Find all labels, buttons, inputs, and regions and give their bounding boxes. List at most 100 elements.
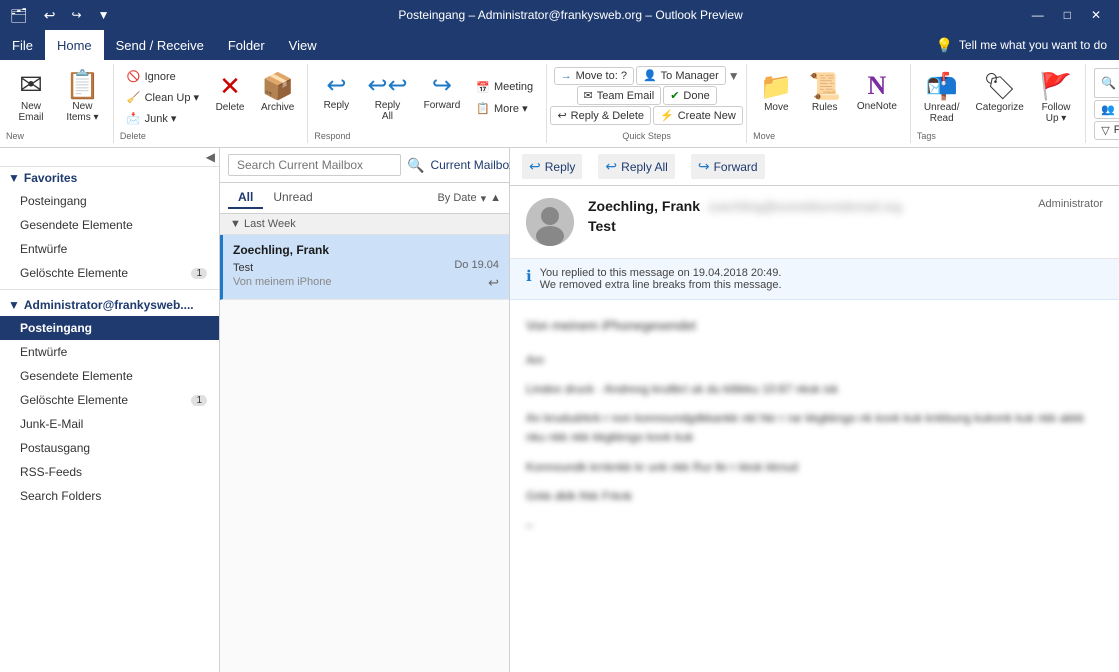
sidebar-item-geloeschte[interactable]: Gelöschte Elemente 1: [0, 388, 219, 412]
rules-button[interactable]: 📜 Rules: [802, 66, 848, 134]
redo-button[interactable]: ↪: [64, 6, 90, 24]
sidebar-item-favorites-posteingang[interactable]: Posteingang: [0, 189, 219, 213]
sidebar-item-junk[interactable]: Junk-E-Mail: [0, 412, 219, 436]
unread-read-button[interactable]: 📬 Unread/Read: [917, 66, 967, 134]
qs-expand-icon: ▼: [728, 69, 740, 83]
menu-home[interactable]: Home: [45, 30, 104, 60]
archive-icon: 📦: [262, 71, 294, 102]
geloeschte-badge: 1: [191, 395, 207, 406]
done-icon: ✔: [670, 89, 679, 102]
categorize-icon: 🏷: [983, 71, 1016, 102]
forward-button[interactable]: ↪ Forward: [417, 66, 468, 134]
favorites-gesendete-label: Gesendete Elemente: [20, 218, 133, 232]
filter-email-button[interactable]: ▽ Filter: [1094, 121, 1119, 140]
junk-button[interactable]: 📩 Junk ▾: [120, 109, 206, 128]
ribbon-search-box[interactable]: 🔍 Search P...: [1094, 68, 1119, 98]
favorites-header[interactable]: ▼ Favorites: [0, 167, 219, 189]
search-mailbox-input[interactable]: [228, 154, 401, 176]
ignore-icon: 🚫: [127, 70, 141, 83]
email-group-last-week: ▼ Last Week: [220, 214, 509, 235]
menu-send-receive[interactable]: Send / Receive: [104, 30, 216, 60]
reading-forward-button[interactable]: ↪ Forward: [691, 154, 765, 179]
entwuerfe-label: Entwürfe: [20, 345, 67, 359]
address-book-button[interactable]: 👥 Addr...: [1094, 100, 1119, 119]
address-book-icon: 👥: [1101, 103, 1115, 116]
title-bar: 🗂 ↩ ↪ ▼ Posteingang – Administrator@fran…: [0, 0, 1119, 30]
account-label: Administrator@frankysweb....: [24, 298, 194, 312]
menu-view[interactable]: View: [277, 30, 329, 60]
reading-reply-button[interactable]: ↩ Reply: [522, 154, 582, 179]
email-subject: Test: [233, 262, 331, 274]
menu-folder[interactable]: Folder: [216, 30, 277, 60]
lightbulb-icon: 💡: [935, 37, 952, 54]
sidebar-item-favorites-gesendete[interactable]: Gesendete Elemente: [0, 213, 219, 237]
delete-label: Delete: [216, 102, 245, 113]
follow-up-button[interactable]: 🚩 FollowUp ▾: [1033, 66, 1079, 134]
body-line-4: An krududrkrk r non konnoundgdkkankk nkl…: [526, 409, 1103, 447]
delete-button[interactable]: ✕ Delete: [208, 66, 252, 134]
search-folders-label: Search Folders: [20, 489, 101, 503]
reply-notice-line2: We removed extra line breaks from this m…: [540, 279, 782, 291]
ignore-button[interactable]: 🚫 Ignore: [120, 67, 206, 86]
app-icon: 🗂: [10, 7, 28, 24]
sidebar-item-favorites-geloeschte[interactable]: Gelöschte Elemente 1: [0, 261, 219, 285]
move-folder-button[interactable]: 📁 Move: [753, 66, 799, 134]
sort-controls[interactable]: By Date ▾ ▲: [437, 192, 501, 205]
sidebar-item-rss[interactable]: RSS-Feeds: [0, 460, 219, 484]
reply-all-button[interactable]: ↩↩ ReplyAll: [360, 66, 414, 134]
archive-button[interactable]: 📦 Archive: [254, 66, 301, 134]
body-line-1: Von meinem iPhonegesendet: [526, 316, 1103, 337]
new-items-icon: 📋: [65, 71, 100, 99]
account-header[interactable]: ▼ Administrator@frankysweb....: [0, 294, 219, 316]
customize-button[interactable]: ▼: [90, 6, 118, 24]
reply-button[interactable]: ↩ Reply: [314, 66, 358, 134]
sidebar-collapse-button[interactable]: ◀: [206, 150, 215, 164]
new-email-button[interactable]: ✉ NewEmail: [6, 66, 56, 129]
close-button[interactable]: ✕: [1083, 6, 1109, 24]
reading-reply-all-button[interactable]: ↩ Reply All: [598, 154, 674, 179]
minimize-button[interactable]: —: [1024, 6, 1052, 24]
categorize-label: Categorize: [975, 102, 1023, 113]
search-ribbon-icon: 🔍: [1101, 76, 1116, 90]
cleanup-button[interactable]: 🧹 Clean Up ▾: [120, 88, 206, 107]
meeting-icon: 📅: [476, 81, 490, 94]
account-collapse-icon: ▼: [8, 298, 20, 312]
reading-reply-all-label: Reply All: [621, 160, 668, 174]
body-line-7: –: [526, 516, 757, 535]
email-item-zoechling[interactable]: Zoechling, Frank Test Von meinem iPhone …: [220, 235, 509, 300]
to-manager-button[interactable]: 👤 To Manager: [636, 66, 726, 85]
onenote-button[interactable]: N OneNote: [850, 66, 904, 134]
restore-button[interactable]: □: [1056, 6, 1079, 24]
sidebar-item-gesendete[interactable]: Gesendete Elemente: [0, 364, 219, 388]
reading-reply-all-icon: ↩: [605, 158, 617, 175]
sidebar-item-entwuerfe[interactable]: Entwürfe: [0, 340, 219, 364]
search-mailbox-button[interactable]: 🔍: [407, 157, 424, 174]
admin-label: Administrator: [1038, 198, 1103, 246]
tell-me-bar[interactable]: 💡 Tell me what you want to do: [923, 30, 1119, 60]
create-new-button[interactable]: ⚡ Create New: [653, 106, 743, 125]
meeting-button[interactable]: 📅 Meeting: [469, 78, 540, 97]
tab-unread[interactable]: Unread: [263, 187, 322, 209]
sidebar-item-posteingang[interactable]: Posteingang: [0, 316, 219, 340]
tab-all[interactable]: All: [228, 187, 263, 209]
onenote-label: OneNote: [857, 101, 897, 112]
unread-read-label: Unread/Read: [924, 102, 960, 124]
menu-file[interactable]: File: [0, 30, 45, 60]
team-email-button[interactable]: ✉ Team Email: [577, 86, 662, 105]
done-button[interactable]: ✔ Done: [663, 86, 717, 105]
sidebar-item-search-folders[interactable]: Search Folders: [0, 484, 219, 508]
onenote-icon: N: [868, 71, 887, 101]
undo-button[interactable]: ↩: [36, 5, 64, 26]
move-group-label: Move: [753, 131, 775, 141]
sidebar-item-favorites-entwuerfe[interactable]: Entwürfe: [0, 237, 219, 261]
categorize-button[interactable]: 🏷 Categorize: [968, 66, 1030, 134]
sidebar-item-postausgang[interactable]: Postausgang: [0, 436, 219, 460]
more-respond-button[interactable]: 📋 More ▾: [469, 99, 540, 118]
reply-delete-icon: ↩: [557, 109, 566, 122]
new-items-button[interactable]: 📋 NewItems ▾: [58, 66, 107, 129]
create-new-icon: ⚡: [660, 109, 674, 122]
favorites-posteingang-label: Posteingang: [20, 194, 87, 208]
move-to-button[interactable]: → Move to: ?: [554, 67, 634, 85]
reply-delete-button[interactable]: ↩ Reply & Delete: [550, 106, 651, 125]
ribbon-group-new: ✉ NewEmail 📋 NewItems ▾ New: [0, 64, 114, 143]
